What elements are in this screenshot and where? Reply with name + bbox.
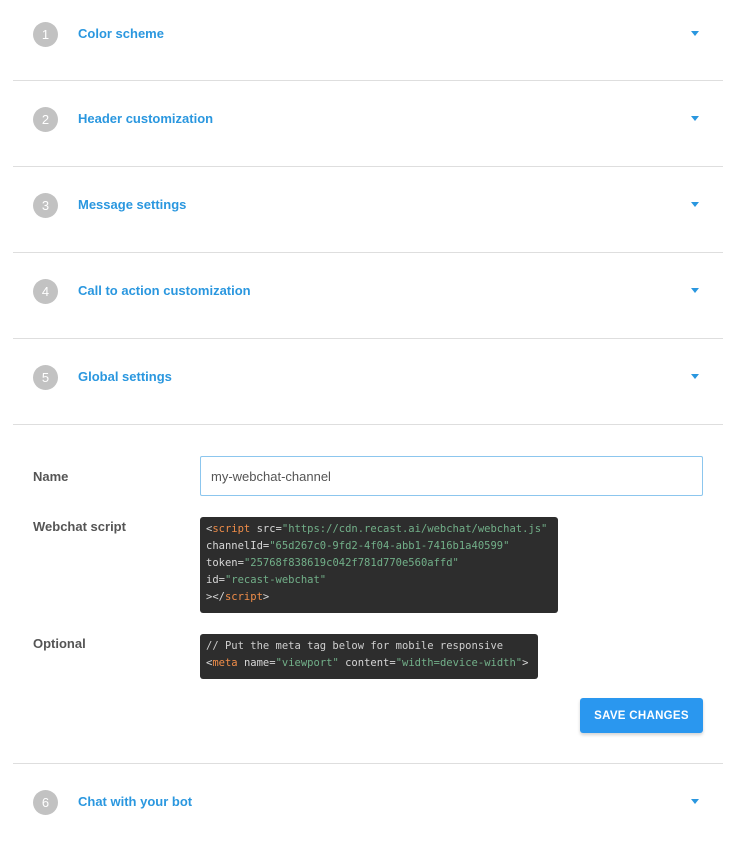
webchat-script-code[interactable]: <script src="https://cdn.recast.ai/webch… [200,517,558,613]
chevron-down-icon[interactable] [691,374,699,379]
code-token: id= [206,574,225,586]
chevron-down-icon[interactable] [691,31,699,36]
optional-label: Optional [33,636,86,651]
step-number-badge: 6 [33,790,58,815]
code-token: "viewport" [275,657,339,669]
code-token: script [224,591,263,603]
code-token: > [262,591,270,603]
code-token: "width=device-width" [395,657,523,669]
code-token: name= [237,657,276,669]
code-token: script [212,523,251,535]
section-title[interactable]: Global settings [78,369,172,384]
step-number-badge: 5 [33,365,58,390]
chevron-down-icon[interactable] [691,116,699,121]
code-token: "recast-webchat" [224,574,327,586]
code-token: meta [212,657,238,669]
channel-settings-accordion: 1 Color scheme 2 Header customization 3 … [13,0,723,849]
code-token: "25768f838619c042f781d770e560affd" [243,557,459,569]
section-color-scheme[interactable]: 1 Color scheme [13,0,723,81]
code-token: channelId= [206,540,270,552]
name-input[interactable] [200,456,703,496]
section-header-customization[interactable]: 2 Header customization [13,81,723,167]
code-token: "https://cdn.recast.ai/webchat/webchat.j… [281,523,548,535]
section-call-to-action[interactable]: 4 Call to action customization [13,253,723,339]
section-title[interactable]: Chat with your bot [78,794,192,809]
webchat-script-label: Webchat script [33,519,126,534]
chevron-down-icon[interactable] [691,202,699,207]
section-title[interactable]: Header customization [78,111,213,126]
section-message-settings[interactable]: 3 Message settings [13,167,723,253]
code-token: "65d267c0-9fd2-4f04-abb1-7416b1a40599" [269,540,510,552]
chevron-down-icon[interactable] [691,799,699,804]
code-comment: // Put the meta tag below for mobile res… [206,640,504,652]
code-token: content= [338,657,396,669]
name-label: Name [33,469,69,484]
code-token: ></ [206,591,225,603]
global-settings-panel: Name Webchat script <script src="https:/… [13,425,723,764]
step-number-badge: 2 [33,107,58,132]
save-changes-button[interactable]: SAVE CHANGES [580,698,703,733]
code-token: src= [250,523,282,535]
step-number-badge: 4 [33,279,58,304]
section-title[interactable]: Call to action customization [78,283,251,298]
section-global-settings[interactable]: 5 Global settings [13,339,723,425]
step-number-badge: 3 [33,193,58,218]
section-chat-with-bot[interactable]: 6 Chat with your bot [13,764,723,849]
code-token: > [522,657,529,669]
step-number-badge: 1 [33,22,58,47]
optional-meta-code[interactable]: // Put the meta tag below for mobile res… [200,634,538,679]
section-title[interactable]: Color scheme [78,26,164,41]
section-title[interactable]: Message settings [78,197,186,212]
code-token: token= [206,557,244,569]
chevron-down-icon[interactable] [691,288,699,293]
